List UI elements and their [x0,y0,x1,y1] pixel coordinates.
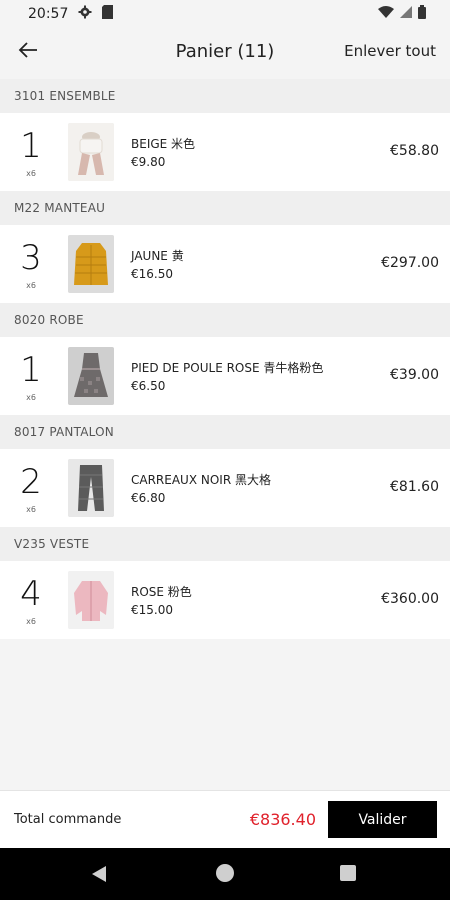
section-header: M22 MANTEAU [0,191,450,225]
cart-list: 3101 ENSEMBLE 1 x6 BEIGE 米色 €9.80 €58.80… [0,79,450,639]
order-footer: Total commande €836.40 Valider [0,790,450,848]
item-quantity: 2 [20,462,42,502]
status-left: 20:57 [28,5,114,23]
wifi-icon [378,6,394,22]
nav-home-icon[interactable] [216,864,234,882]
nav-recents-icon[interactable] [340,865,356,881]
item-quantity-unit: x6 [26,617,36,626]
item-quantity: 1 [20,350,42,390]
item-unit-price: €9.80 [131,155,166,169]
total-label: Total commande [14,812,122,827]
battery-icon [418,5,426,23]
item-line-total: €39.00 [390,367,439,383]
status-right [378,5,426,23]
back-button[interactable] [14,38,42,66]
item-line-total: €81.60 [390,479,439,495]
back-arrow-icon [18,41,38,63]
item-quantity-unit: x6 [26,505,36,514]
status-bar: 20:57 [0,0,450,28]
item-unit-price: €15.00 [131,603,173,617]
cart-item[interactable]: 4 x6 ROSE 粉色 €15.00 €360.00 [0,561,450,639]
item-name: JAUNE 黄 [131,249,184,263]
app-bar: Panier (11) Enlever tout [0,28,450,76]
section-header: V235 VESTE [0,527,450,561]
item-quantity-unit: x6 [26,393,36,402]
signal-icon [400,6,412,22]
item-name: BEIGE 米色 [131,137,196,151]
item-line-total: €360.00 [381,591,439,607]
item-name: CARREAUX NOIR 黑大格 [131,473,271,487]
item-unit-price: €6.80 [131,491,166,505]
item-quantity: 3 [20,238,42,278]
item-quantity-unit: x6 [26,169,36,178]
total-value: €836.40 [249,810,316,829]
item-thumbnail [68,571,114,629]
item-thumbnail [68,347,114,405]
settings-icon [78,5,92,23]
sim-icon [102,5,114,23]
cart-item[interactable]: 3 x6 JAUNE 黄 €16.50 €297.00 [0,225,450,303]
item-quantity-unit: x6 [26,281,36,290]
item-line-total: €297.00 [381,255,439,271]
cart-item[interactable]: 1 x6 BEIGE 米色 €9.80 €58.80 [0,113,450,191]
item-name: ROSE 粉色 [131,585,192,599]
status-time: 20:57 [28,6,69,22]
item-line-total: €58.80 [390,143,439,159]
item-thumbnail [68,459,114,517]
item-thumbnail [68,123,114,181]
cart-item[interactable]: 1 x6 PIED DE POULE ROSE 青牛格粉色 €6.50 €39.… [0,337,450,415]
section-header: 8020 ROBE [0,303,450,337]
section-header: 8017 PANTALON [0,415,450,449]
item-unit-price: €16.50 [131,267,173,281]
item-quantity: 4 [20,574,42,614]
validate-button[interactable]: Valider [328,801,437,838]
item-unit-price: €6.50 [131,379,166,393]
item-thumbnail [68,235,114,293]
nav-back-icon[interactable] [90,864,108,888]
cart-item[interactable]: 2 x6 CARREAUX NOIR 黑大格 €6.80 €81.60 [0,449,450,527]
system-nav-bar [0,848,450,900]
item-name: PIED DE POULE ROSE 青牛格粉色 [131,361,324,375]
section-header: 3101 ENSEMBLE [0,79,450,113]
item-quantity: 1 [20,126,42,166]
clear-all-button[interactable]: Enlever tout [344,42,436,60]
